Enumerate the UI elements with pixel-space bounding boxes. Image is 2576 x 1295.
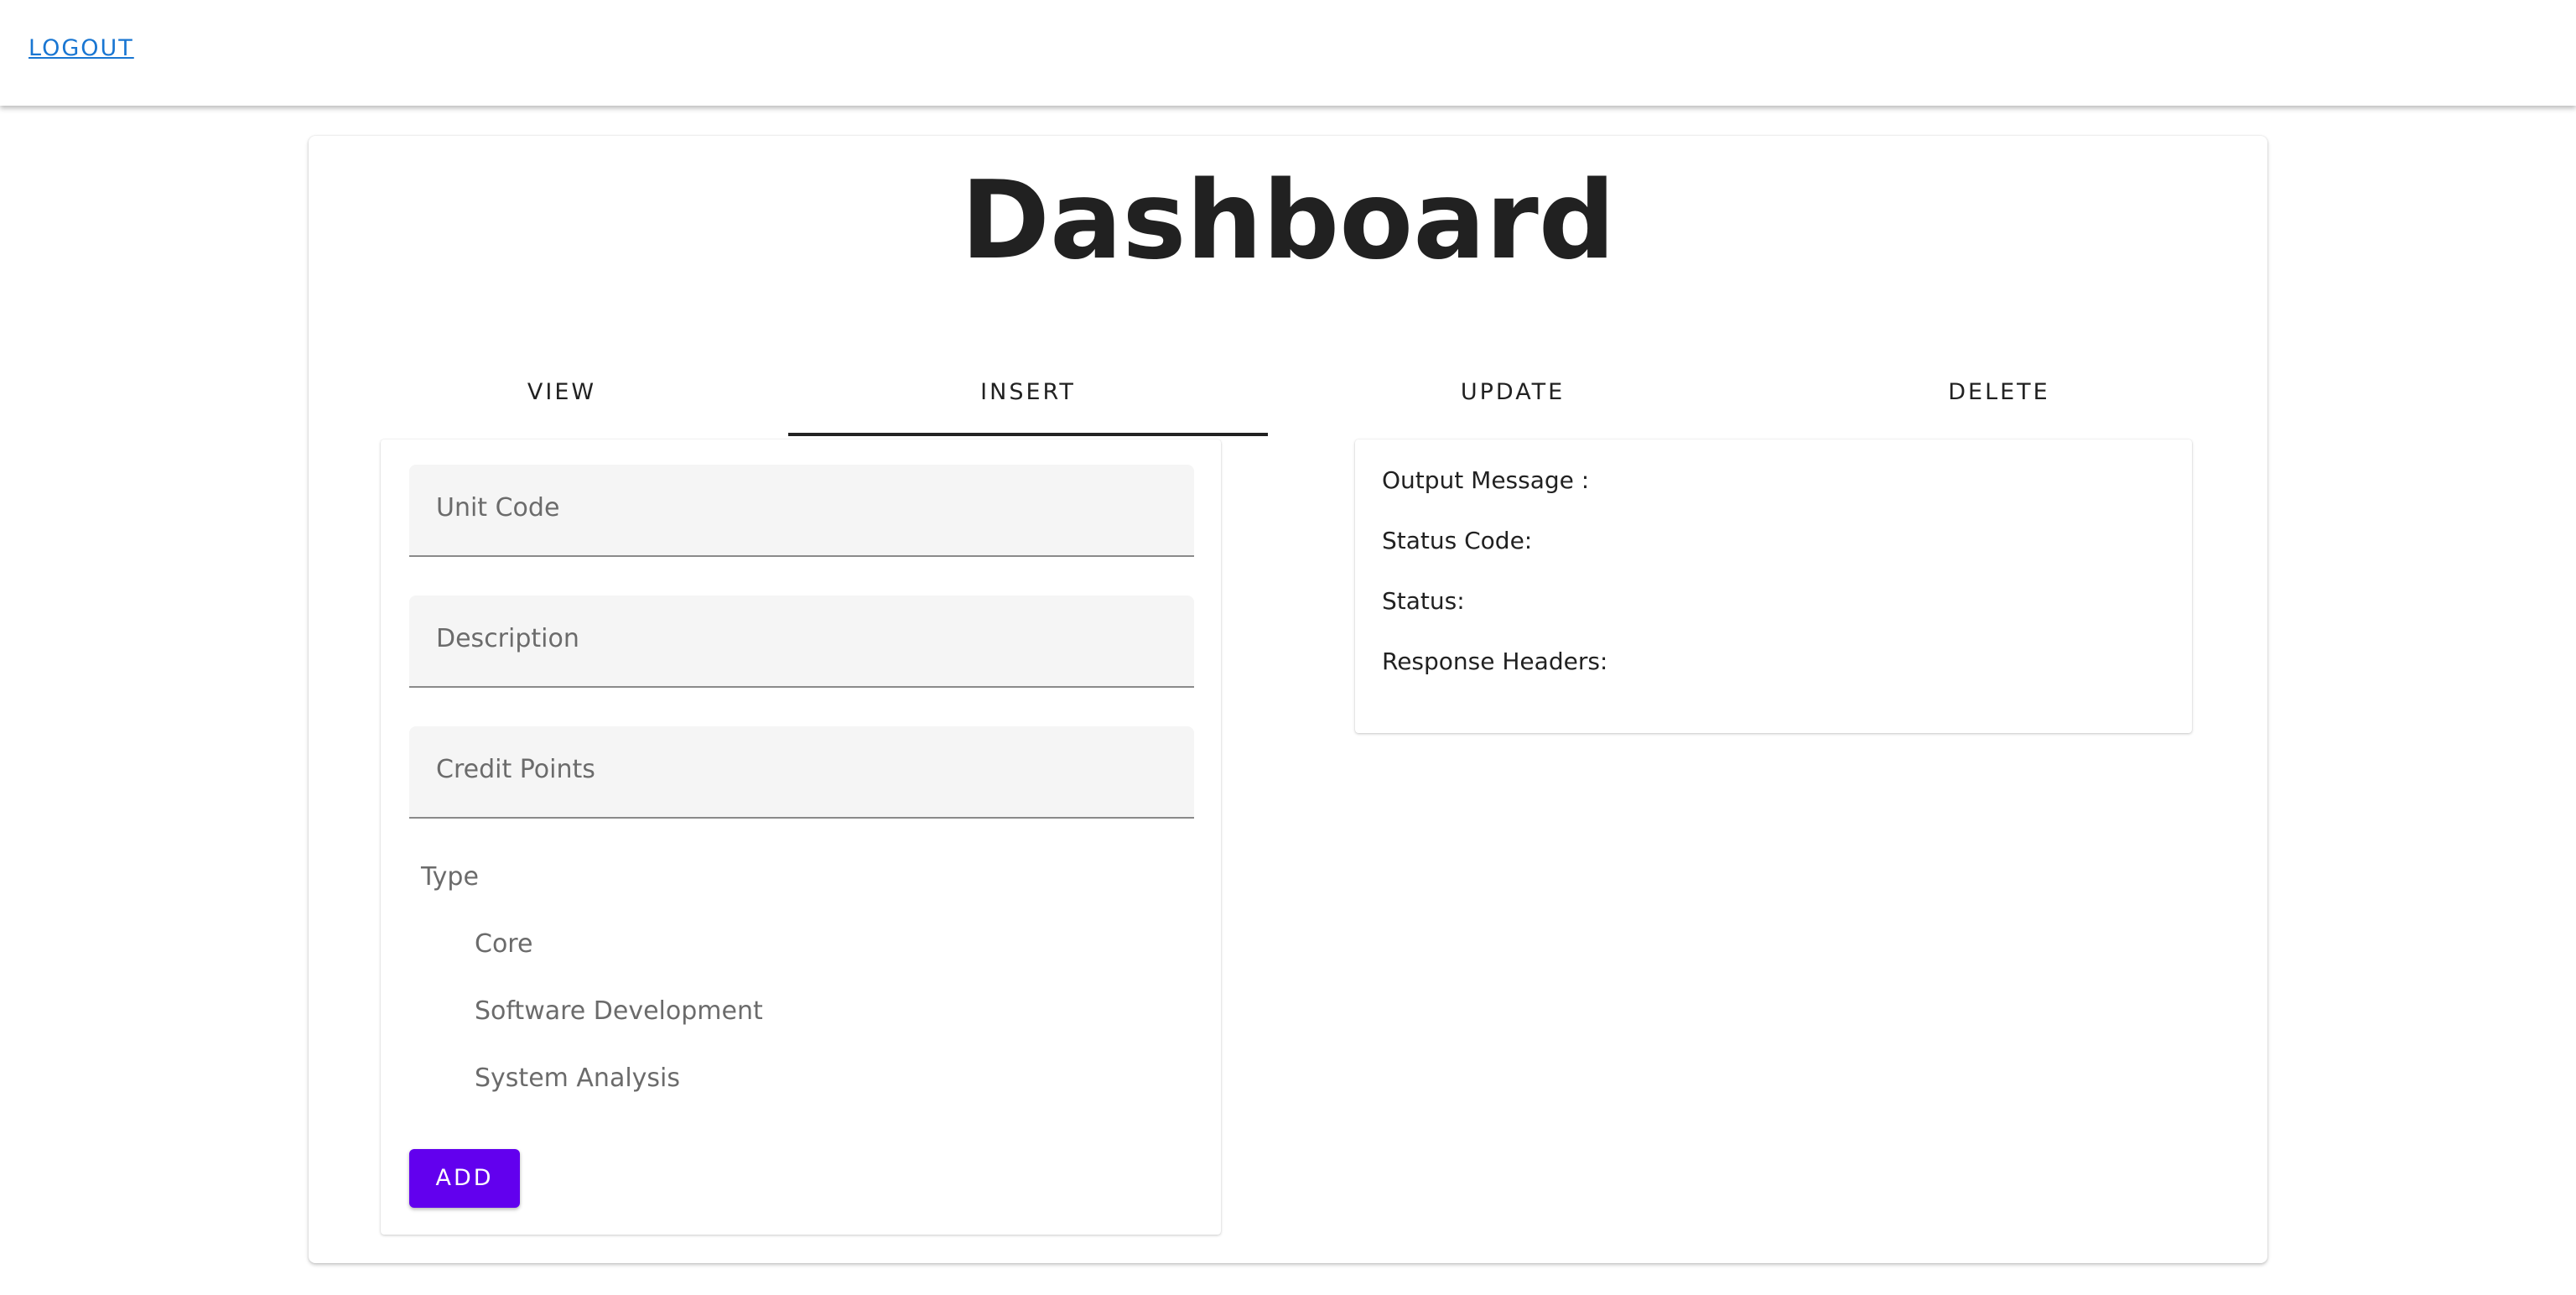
credit-points-field[interactable]: Credit Points <box>409 726 1194 819</box>
status-label: Status: <box>1382 587 1465 615</box>
type-label: Type <box>421 862 479 892</box>
top-app-bar: LOGOUT <box>0 0 2576 106</box>
unit-code-field[interactable]: Unit Code <box>409 465 1194 557</box>
logout-link[interactable]: LOGOUT <box>29 35 134 61</box>
unit-code-label: Unit Code <box>436 493 560 523</box>
tab-insert[interactable]: INSERT <box>788 379 1268 436</box>
type-option-system-analysis[interactable]: System Analysis <box>475 1064 680 1093</box>
output-message-label: Output Message : <box>1382 466 1590 494</box>
type-option-software-development[interactable]: Software Development <box>475 996 763 1026</box>
add-button[interactable]: ADD <box>409 1149 520 1208</box>
credit-points-label: Credit Points <box>436 755 595 784</box>
page-title: Dashboard <box>960 159 1616 283</box>
tab-delete[interactable]: DELETE <box>1759 379 2239 434</box>
tab-update[interactable]: UPDATE <box>1273 379 1753 434</box>
type-option-core[interactable]: Core <box>475 929 532 959</box>
description-field[interactable]: Description <box>409 595 1194 688</box>
description-label: Description <box>436 624 579 653</box>
tab-view[interactable]: VIEW <box>322 379 802 434</box>
status-code-label: Status Code: <box>1382 527 1533 554</box>
insert-form-panel <box>381 439 1221 1235</box>
response-headers-label: Response Headers: <box>1382 648 1608 675</box>
